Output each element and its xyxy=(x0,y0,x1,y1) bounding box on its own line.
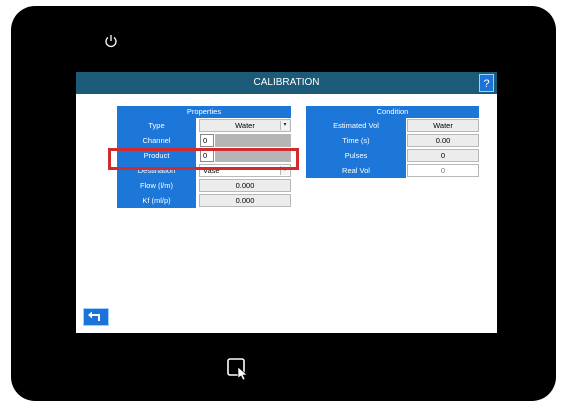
condition-label-estimated-vol: Estimated Vol xyxy=(306,118,406,133)
property-label-flow: Flow (l/m) xyxy=(117,178,196,193)
condition-row-estimated-vol: Estimated Vol Water xyxy=(306,118,479,133)
condition-row-real-vol: Real Vol 0 xyxy=(306,163,479,178)
property-label-channel: Channel xyxy=(117,133,196,148)
channel-input[interactable]: 0 xyxy=(200,134,214,147)
condition-header: Condition xyxy=(306,106,479,118)
estimated-vol-value: Water xyxy=(407,119,479,132)
condition-row-time: Time (s) 0.00 xyxy=(306,133,479,148)
time-value: 0.00 xyxy=(407,134,479,147)
condition-panel: Condition Estimated Vol Water Time (s) 0… xyxy=(306,106,479,178)
calibration-screen: CALIBRATION ? Properties Type Water ▾ Ch… xyxy=(76,72,497,333)
property-row-kf: Kf (ml/p) 0.000 xyxy=(117,193,291,208)
property-label-type: Type xyxy=(117,118,196,133)
title-bar: CALIBRATION ? xyxy=(76,72,497,94)
channel-display xyxy=(215,134,291,147)
condition-label-pulses: Pulses xyxy=(306,148,406,163)
property-row-type: Type Water ▾ xyxy=(117,118,291,133)
pulses-value: 0 xyxy=(407,149,479,162)
product-row-highlight xyxy=(108,148,299,170)
help-icon: ? xyxy=(483,78,490,90)
page-title: CALIBRATION xyxy=(253,77,320,88)
condition-row-pulses: Pulses 0 xyxy=(306,148,479,163)
help-button[interactable]: ? xyxy=(479,74,494,92)
condition-label-real-vol: Real Vol xyxy=(306,163,406,178)
flow-field[interactable]: 0.000 xyxy=(199,179,291,192)
type-value: Water xyxy=(235,121,255,130)
chevron-down-icon[interactable]: ▾ xyxy=(280,121,289,130)
property-label-kf: Kf (ml/p) xyxy=(117,193,196,208)
real-vol-value: 0 xyxy=(407,164,479,177)
type-dropdown[interactable]: Water ▾ xyxy=(199,119,291,132)
property-row-flow: Flow (l/m) 0.000 xyxy=(117,178,291,193)
properties-header: Properties xyxy=(117,106,291,118)
kf-field[interactable]: 0.000 xyxy=(199,194,291,207)
back-button[interactable] xyxy=(83,308,109,326)
touch-icon[interactable] xyxy=(227,358,257,384)
condition-label-time: Time (s) xyxy=(306,133,406,148)
back-arrow-icon xyxy=(88,311,100,321)
power-icon[interactable] xyxy=(104,34,118,48)
property-row-channel: Channel 0 xyxy=(117,133,291,148)
